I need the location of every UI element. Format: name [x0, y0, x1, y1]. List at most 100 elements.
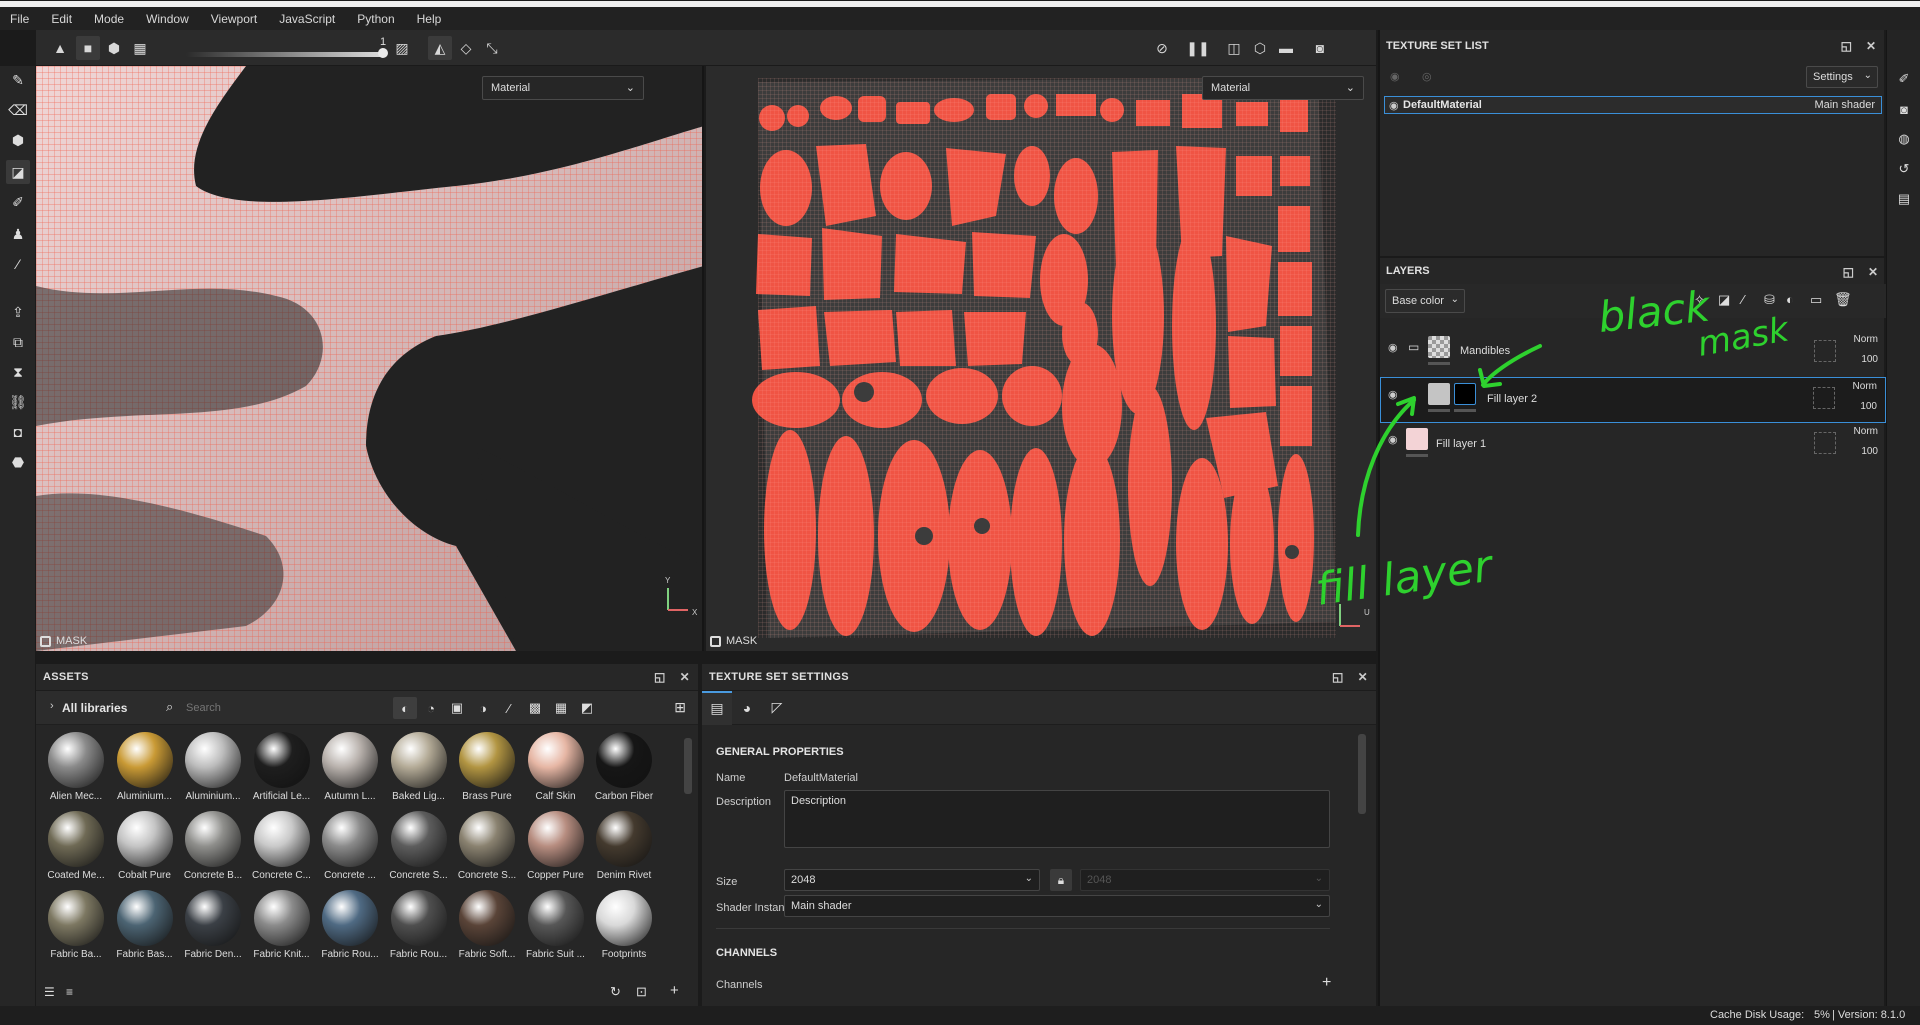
asset-item[interactable]: Artificial Le...	[248, 732, 316, 810]
refresh-icon[interactable]: ↻	[610, 984, 621, 1000]
mask-thumbnail[interactable]	[1454, 383, 1476, 405]
asset-item[interactable]: Footprints	[590, 890, 658, 968]
layer-blend-mode[interactable]: Norm	[1854, 426, 1878, 437]
library-selector[interactable]: All libraries	[62, 701, 127, 715]
link-icon[interactable]: ⛓	[6, 390, 30, 414]
undock-icon[interactable]: ◱	[1841, 39, 1852, 53]
eye-icon[interactable]: ◉	[1389, 99, 1399, 112]
polygon-fill-icon[interactable]: ◪	[6, 160, 30, 184]
menu-window[interactable]: Window	[136, 7, 201, 31]
camera-icon[interactable]: ▬	[1274, 36, 1298, 60]
asset-item[interactable]: Alien Mec...	[42, 732, 110, 810]
asset-item[interactable]: Fabric Ba...	[42, 890, 110, 968]
chevron-right-icon[interactable]: ›	[50, 700, 54, 712]
visibility-icon[interactable]: ◉	[1390, 70, 1400, 83]
brush-size-slider[interactable]	[186, 52, 386, 57]
asset-item[interactable]: Fabric Bas...	[111, 890, 179, 968]
menu-viewport[interactable]: Viewport	[201, 7, 269, 31]
log-icon[interactable]: ▤	[1893, 188, 1915, 210]
size-dropdown[interactable]: 2048 ⌄	[784, 869, 1040, 891]
asset-item[interactable]: Aluminium...	[111, 732, 179, 810]
properties-icon[interactable]: ✐	[1893, 68, 1915, 90]
tab-texture-set[interactable]: ▤	[702, 690, 732, 725]
checker-mode-icon[interactable]: ▦	[128, 36, 152, 60]
export-icon[interactable]: ⇪	[6, 300, 30, 324]
description-field[interactable]: Description	[784, 790, 1330, 848]
menu-help[interactable]: Help	[407, 7, 454, 31]
hide-icon[interactable]: ⊘	[1150, 36, 1174, 60]
triangle-mode-icon[interactable]: ▲	[48, 36, 72, 60]
layer-row-fill-layer-2[interactable]: ◉ Fill layer 2 Norm 100	[1380, 377, 1886, 423]
asset-item[interactable]: Fabric Suit ...	[522, 890, 590, 968]
pause-icon[interactable]: ❚❚	[1186, 36, 1210, 60]
viewport2d-mask-toggle[interactable]: MASK	[710, 635, 757, 647]
asset-item[interactable]: Concrete C...	[248, 811, 316, 889]
asset-item[interactable]: Concrete ...	[316, 811, 384, 889]
asset-item[interactable]: Aluminium...	[179, 732, 247, 810]
lock-icon[interactable]: 🔒︎	[1050, 869, 1072, 891]
add-mask-fill-icon[interactable]: ◐	[1786, 292, 1794, 307]
asset-item[interactable]: Fabric Rou...	[385, 890, 453, 968]
tab-shader[interactable]: ◕	[732, 691, 762, 725]
add-folder-icon[interactable]: ▭	[1810, 292, 1822, 308]
slider-knob[interactable]	[378, 48, 388, 58]
undock-icon[interactable]: ◱	[654, 670, 666, 684]
color-picker-icon[interactable]: ⁄	[6, 252, 30, 276]
asset-item[interactable]: Carbon Fiber	[590, 732, 658, 810]
grid-view-icon[interactable]: ⊞	[674, 699, 686, 716]
screenshot-icon[interactable]: ◙	[1308, 36, 1332, 60]
smudge-icon[interactable]: ✐	[6, 190, 30, 214]
view-cube-icon[interactable]: ⬡	[1248, 36, 1272, 60]
delete-layer-icon[interactable]: 🗑︎	[1834, 291, 1852, 308]
layer-row-mandibles[interactable]: ◉ ▭ Mandibles Norm 100	[1380, 330, 1886, 376]
menu-edit[interactable]: Edit	[41, 7, 84, 31]
settings-dropdown[interactable]: Settings ⌄	[1806, 66, 1878, 88]
add-paint-layer-icon[interactable]: ⁄	[1742, 292, 1744, 307]
assets-scrollbar[interactable]	[684, 738, 692, 794]
add-asset-icon[interactable]: +	[670, 982, 679, 999]
layer-opacity[interactable]: 100	[1861, 446, 1878, 457]
symmetry-icon[interactable]: ◭	[428, 36, 452, 60]
shader-instance-dropdown[interactable]: Main shader ⌄	[784, 895, 1330, 917]
timer-icon[interactable]: ⧗	[6, 360, 30, 384]
viewport-2d[interactable]: Material ⌄ MASK U	[706, 66, 1376, 651]
asset-item[interactable]: Cobalt Pure	[111, 811, 179, 889]
textures-filter-icon[interactable]: ▩	[523, 697, 547, 719]
close-icon[interactable]: ✕	[1358, 670, 1368, 684]
cube-mode-icon[interactable]: ⬢	[102, 36, 126, 60]
projection-icon[interactable]: ◇	[454, 36, 478, 60]
close-icon[interactable]: ✕	[680, 670, 690, 684]
menu-javascript[interactable]: JavaScript	[269, 7, 347, 31]
history-icon[interactable]: ↺	[1893, 158, 1915, 180]
masks-filter-icon[interactable]: ▣	[445, 697, 469, 719]
add-fill-layer-icon[interactable]: ⛁	[1764, 292, 1775, 308]
asset-item[interactable]: Baked Lig...	[385, 732, 453, 810]
menu-file[interactable]: File	[0, 7, 41, 31]
layer-opacity[interactable]: 100	[1861, 354, 1878, 365]
environments-filter-icon[interactable]: ◩	[575, 697, 599, 719]
viewport2d-mode-dropdown[interactable]: Material ⌄	[1202, 76, 1364, 100]
asset-item[interactable]: Fabric Rou...	[316, 890, 384, 968]
projection-tool-icon[interactable]: ⬢	[6, 128, 30, 152]
list-view-icon[interactable]: ☰	[44, 985, 55, 999]
eye-icon[interactable]: ◉	[1388, 433, 1398, 446]
square-mode-icon[interactable]: ■	[76, 36, 100, 60]
clone-icon[interactable]: ♟	[6, 222, 30, 246]
viewport3d-mask-toggle[interactable]: MASK	[40, 635, 87, 647]
add-mask-icon[interactable]: ◪	[1718, 292, 1730, 308]
search-input[interactable]	[186, 698, 376, 718]
generators-filter-icon[interactable]: ◑	[471, 697, 495, 719]
folder-icon[interactable]: ⊡	[636, 984, 647, 1000]
materials-filter-icon[interactable]: ◐	[393, 697, 417, 719]
shader-settings-icon[interactable]: ◍	[1893, 128, 1915, 150]
close-icon[interactable]: ✕	[1866, 39, 1876, 53]
asset-item[interactable]: Fabric Knit...	[248, 890, 316, 968]
texture-set-row[interactable]: ◉ DefaultMaterial Main shader	[1384, 96, 1882, 114]
undock-icon[interactable]: ◱	[1843, 265, 1854, 279]
box-icon[interactable]: ⬣	[6, 450, 30, 474]
display-settings-icon[interactable]: ◙	[1893, 98, 1915, 120]
smart-materials-filter-icon[interactable]: ◔	[419, 697, 443, 719]
transform-icon[interactable]: ⤡	[480, 36, 504, 60]
close-icon[interactable]: ✕	[1868, 265, 1878, 279]
solo-icon[interactable]: ◎	[1422, 70, 1432, 83]
